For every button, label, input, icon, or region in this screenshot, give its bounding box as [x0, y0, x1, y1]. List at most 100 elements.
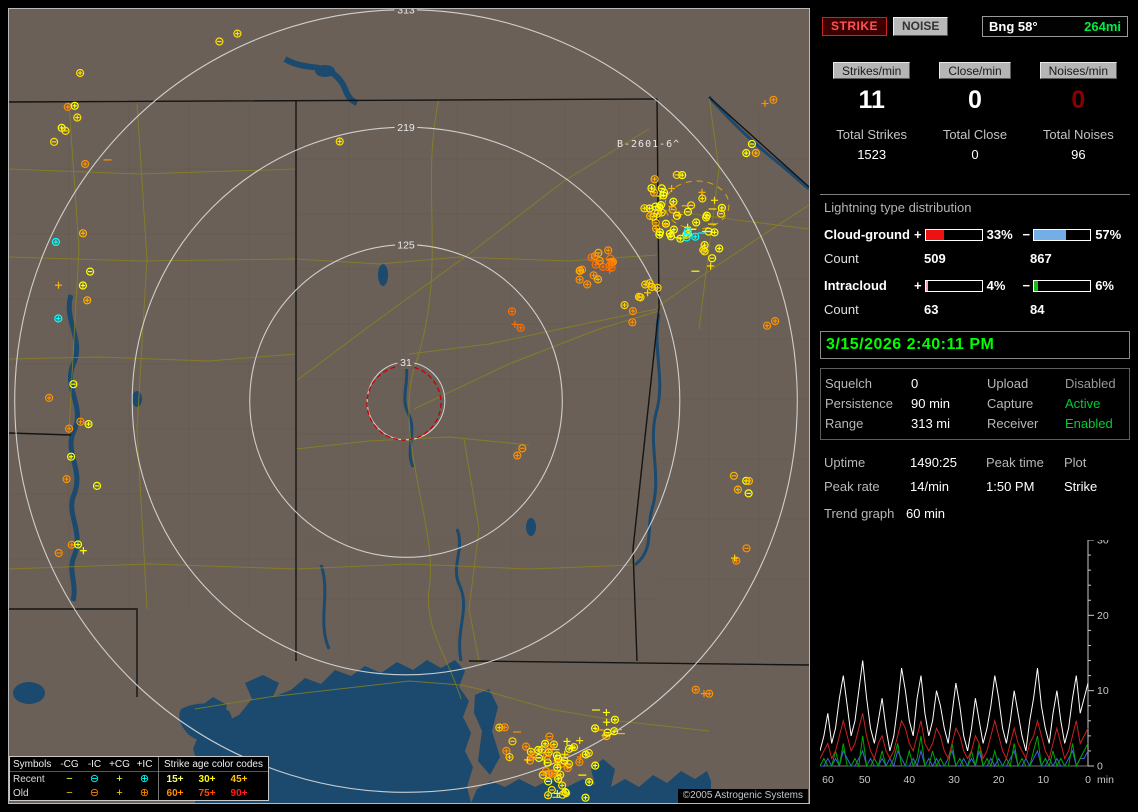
minus-sign: −	[1022, 278, 1031, 293]
capture-value: Active	[1065, 396, 1101, 411]
range-ring-label: 313	[397, 9, 415, 16]
ic-negative-bar	[1033, 279, 1092, 292]
ic-negative-count: 84	[1030, 302, 1045, 317]
count-label: Count	[824, 251, 859, 266]
age-code: 60+	[166, 787, 184, 799]
squelch-value: 0	[911, 376, 919, 391]
legend-old-label: Old	[13, 787, 29, 799]
clock-text: 3/15/2026 2:40:11 PM	[826, 336, 995, 353]
ic-positive-fill	[925, 280, 928, 291]
graph-x-unit: min	[1097, 774, 1114, 786]
receiver-label: Receiver	[987, 416, 1039, 431]
range-ring-label: 125	[397, 239, 415, 251]
peak-rate-value: 14/min	[910, 479, 950, 494]
bearing-distance: 264mi	[1084, 18, 1121, 34]
section-divider	[820, 194, 1130, 195]
graph-x-label: 50	[859, 774, 871, 786]
legend-symbols-section: Symbols -CG -IC +CG +IC Recent − ⊖ + ⊕ O…	[10, 757, 159, 800]
strike-mode-button[interactable]: STRIKE	[822, 16, 888, 36]
plot-value: Strike	[1064, 479, 1098, 494]
strikes-per-min-button[interactable]: Strikes/min	[832, 62, 911, 79]
cg-negative-fill	[1034, 229, 1067, 240]
graph-y-label: 30	[1097, 540, 1109, 547]
age-code: 75+	[198, 787, 216, 799]
uptime-value: 1490:25	[910, 455, 957, 470]
capture-label: Capture	[987, 396, 1034, 411]
graph-x-label: 0	[1085, 774, 1091, 786]
distribution-title: Lightning type distribution	[824, 200, 972, 215]
cg-plus-icon: +	[116, 773, 123, 785]
ic-plus-icon: ⊕	[139, 787, 150, 799]
copyright: ©2005 Astrogenic Systems	[677, 789, 808, 803]
noise-mode-button[interactable]: NOISE	[893, 16, 949, 36]
upload-label: Upload	[987, 376, 1029, 391]
range-ring-label: 219	[397, 122, 415, 134]
age-code: 45+	[230, 773, 248, 785]
count-label: Count	[824, 302, 859, 317]
total-close-label: Total Close	[942, 127, 1008, 142]
cg-positive-count: 509	[924, 251, 946, 266]
close-per-min-button[interactable]: Close/min	[939, 62, 1011, 79]
age-code: 15+	[166, 773, 184, 785]
range-value: 313 mi	[911, 416, 951, 431]
noises-column: Noises/min 0 Total Noises 96	[1027, 62, 1130, 162]
receiver-value: Enabled	[1065, 416, 1113, 431]
cg-negative-bar	[1033, 228, 1092, 241]
legend-symbols-header: Symbols	[13, 758, 52, 770]
bearing-label: Bng 58°	[989, 18, 1038, 34]
peak-time-value: 1:50 PM	[986, 479, 1035, 494]
noises-per-min-value: 0	[1071, 86, 1086, 114]
cg-positive-bar	[924, 228, 983, 241]
plot-label: Plot	[1064, 455, 1087, 470]
graph-y-label: 0	[1097, 761, 1103, 773]
ic-plus-icon: ⊕	[139, 773, 150, 785]
total-close-value: 0	[971, 147, 979, 162]
squelch-label: Squelch	[825, 376, 872, 391]
total-strikes-value: 1523	[857, 147, 887, 162]
ic-minus-icon: ⊖	[89, 773, 100, 785]
close-per-min-value: 0	[968, 86, 982, 114]
ic-minus-icon: ⊖	[89, 787, 100, 799]
age-code: 30+	[198, 773, 216, 785]
peak-time-label: Peak time	[986, 455, 1044, 470]
trend-graph-label: Trend graph	[824, 506, 895, 521]
range-label: Range	[825, 416, 864, 431]
plus-sign: +	[913, 278, 922, 293]
total-noises-label: Total Noises	[1042, 127, 1114, 142]
peak-rate-label: Peak rate	[824, 479, 880, 494]
plus-sign: +	[913, 227, 922, 242]
mode-toolbar: STRIKE NOISE Bng 58° 264mi	[822, 15, 1128, 37]
graph-y-label: 20	[1097, 610, 1109, 622]
clock: 3/15/2026 2:40:11 PM	[820, 331, 1130, 359]
storm-cell-label: B-2601-6^	[617, 139, 681, 150]
trend-graph-row: Trend graph 60 min	[824, 506, 1130, 521]
ic-positive-bar	[924, 279, 983, 292]
graph-x-label: 60	[822, 774, 834, 786]
legend-col-neg-ic: -IC	[87, 758, 102, 770]
session-grid: Uptime 1490:25 Peak time Plot Peak rate …	[820, 454, 1130, 496]
control-panel: STRIKE NOISE Bng 58° 264mi Strikes/min 1…	[819, 8, 1130, 804]
legend-col-neg-cg: -CG	[60, 758, 79, 770]
cg-negative-count: 867	[1030, 251, 1052, 266]
strikes-column: Strikes/min 11 Total Strikes 1523	[820, 62, 923, 162]
ic-positive-pct: 4%	[986, 278, 1006, 293]
graph-x-label: 10	[1037, 774, 1049, 786]
map[interactable]: 313 219 125 31 B-2601-6^ Symbols -CG -IC +C…	[8, 8, 810, 804]
bearing-indicator: Bng 58° 264mi	[982, 15, 1128, 37]
trend-graph-value: 60 min	[906, 506, 946, 521]
legend-age-section: Strike age color codes 15+ 30+ 45+ 60+ 7…	[159, 757, 268, 800]
noises-per-min-button[interactable]: Noises/min	[1039, 62, 1117, 79]
close-column: Close/min 0 Total Close 0	[923, 62, 1026, 162]
persistence-label: Persistence	[825, 396, 893, 411]
trend-graph: 30 20 10 0 60 50 40 30 20 10 0 min	[819, 535, 1130, 795]
cg-plus-icon: +	[116, 787, 123, 799]
upload-value: Disabled	[1065, 376, 1116, 391]
cloud-ground-label: Cloud-ground	[824, 227, 910, 242]
cg-positive-pct: 33%	[986, 227, 1013, 242]
persistence-value: 90 min	[911, 396, 951, 411]
total-noises-value: 96	[1071, 147, 1086, 162]
ic-negative-pct: 6%	[1095, 278, 1114, 293]
cg-minus-icon: −	[66, 773, 73, 785]
ic-positive-count: 63	[924, 302, 939, 317]
range-ring-label: 31	[400, 357, 412, 369]
